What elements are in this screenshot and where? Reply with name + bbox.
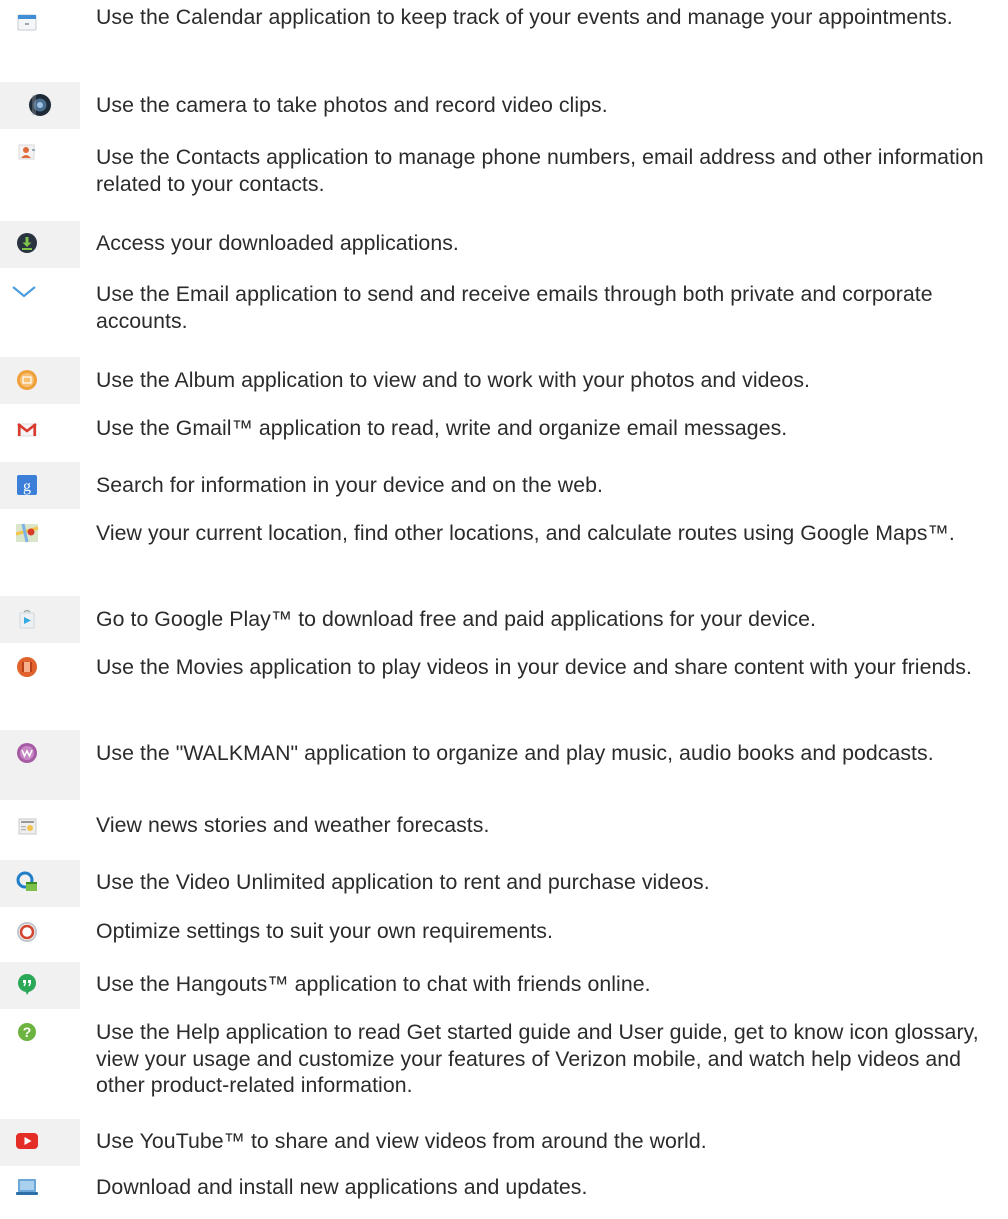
list-item-text: Use the Album application to view and to…	[96, 368, 810, 392]
list-item-text: View news stories and weather forecasts.	[96, 813, 490, 837]
svg-text:g: g	[23, 478, 31, 495]
list-item-text: Use the Contacts application to manage p…	[96, 145, 984, 196]
list-item-text: Access your downloaded applications.	[96, 231, 459, 255]
list-item-text: Use the Calendar application to keep tra…	[96, 5, 953, 29]
downloads-icon	[13, 229, 41, 257]
email-icon	[10, 279, 38, 307]
play-store-icon	[13, 605, 41, 633]
settings-icon	[13, 918, 41, 946]
google-search-icon: g	[13, 471, 41, 499]
app-list: Use the Calendar application to keep tra…	[0, 0, 1008, 1207]
list-item-text: Use the Email application to send and re…	[96, 282, 933, 333]
list-item-text: Download and install new applications an…	[96, 1175, 588, 1199]
list-item-text: Use the Hangouts™ application to chat wi…	[96, 972, 651, 996]
list-item-text: Go to Google Play™ to download free and …	[96, 607, 816, 631]
help-icon: ?	[13, 1018, 41, 1046]
svg-text:?: ?	[23, 1024, 32, 1040]
camera-icon	[26, 91, 54, 119]
movies-icon	[13, 653, 41, 681]
list-item-text: Use the "WALKMAN" application to organiz…	[96, 741, 934, 765]
youtube-icon	[13, 1127, 41, 1155]
gmail-icon	[13, 415, 41, 443]
list-item-text: Use YouTube™ to share and view videos fr…	[96, 1129, 707, 1153]
hangouts-icon	[13, 970, 41, 998]
news-weather-icon	[13, 812, 41, 840]
list-item-text: Optimize settings to suit your own requi…	[96, 919, 553, 943]
calendar-icon	[13, 8, 41, 36]
walkman-icon	[13, 739, 41, 767]
list-item-text: Use the camera to take photos and record…	[96, 93, 608, 117]
update-center-icon	[13, 1173, 41, 1201]
list-item-text: Search for information in your device an…	[96, 473, 603, 497]
video-unlimited-icon	[13, 868, 41, 896]
contacts-icon	[13, 137, 41, 165]
list-item-text: Use the Video Unlimited application to r…	[96, 870, 710, 894]
list-item-text: View your current location, find other l…	[96, 521, 955, 545]
maps-icon	[13, 519, 41, 547]
list-item-text: Use the Movies application to play video…	[96, 655, 972, 679]
list-item-text: Use the Gmail™ application to read, writ…	[96, 416, 788, 440]
list-item-text: Use the Help application to read Get sta…	[96, 1020, 979, 1097]
album-icon	[13, 366, 41, 394]
